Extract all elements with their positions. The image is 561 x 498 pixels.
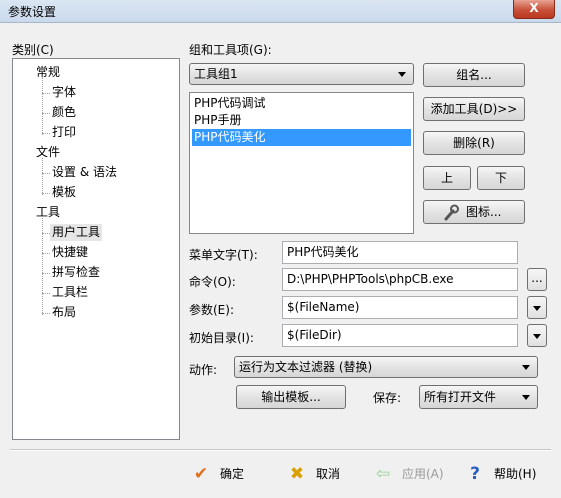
apply-label: 应用(A) [402, 467, 444, 481]
tools-list[interactable]: PHP代码调试 PHP手册 PHP代码美化 [189, 92, 414, 234]
cross-icon: ✖ [289, 464, 305, 484]
tree-item-template[interactable]: 模板 [52, 184, 76, 201]
tree-item-font[interactable]: 字体 [52, 84, 76, 101]
init-dir-menu-button[interactable] [527, 324, 547, 347]
checkmark-icon: ✔ [193, 464, 209, 484]
help-label: 帮助(H) [494, 467, 537, 481]
tree-line [42, 158, 43, 195]
action-select[interactable]: 运行为文本过滤器 (替换) [234, 356, 538, 378]
footer-separator [10, 449, 551, 451]
action-value: 运行为文本过滤器 (替换) [239, 360, 373, 374]
cancel-button[interactable]: ✖ 取消 [286, 463, 356, 485]
action-label: 动作: [189, 363, 218, 377]
tree-line [42, 173, 50, 174]
tree-line [42, 253, 50, 254]
params-menu-button[interactable] [527, 296, 547, 319]
category-label: 类别(C) [12, 43, 54, 57]
tree-item-toolbar[interactable]: 工具栏 [52, 284, 88, 301]
tree-line [42, 273, 50, 274]
tree-line [42, 193, 50, 194]
tool-group-select[interactable]: 工具组1 [189, 63, 414, 85]
save-select[interactable]: 所有打开文件 [419, 385, 538, 409]
chevron-down-icon [522, 365, 530, 370]
tree-line [42, 93, 50, 94]
icon-button-label: 图标... [466, 205, 502, 219]
add-tool-button[interactable]: 添加工具(D)>> [423, 97, 525, 121]
tree-line [42, 313, 50, 314]
close-button[interactable]: X [513, 0, 555, 19]
list-item-php-debug[interactable]: PHP代码调试 [192, 95, 411, 112]
title-bar: 参数设置 X [0, 0, 561, 23]
ok-button[interactable]: ✔ 确定 [190, 463, 260, 485]
init-dir-input[interactable]: $(FileDir) [282, 324, 518, 347]
tool-group-value: 工具组1 [194, 67, 238, 81]
save-label: 保存: [373, 391, 402, 405]
chevron-down-icon [533, 334, 541, 339]
params-input[interactable]: $(FileName) [282, 296, 518, 319]
tree-item-shortcuts[interactable]: 快捷键 [52, 244, 88, 261]
help-icon: ? [470, 464, 480, 484]
command-label: 命令(O): [189, 275, 236, 289]
group-name-button[interactable]: 组名... [423, 63, 525, 87]
command-input[interactable]: D:\PHP\PHPTools\phpCB.exe [282, 268, 518, 291]
ok-label: 确定 [220, 467, 245, 481]
move-down-button[interactable]: 下 [477, 166, 525, 190]
icon-button[interactable]: 图标... [423, 200, 525, 224]
init-dir-label: 初始目录(I): [189, 331, 254, 345]
category-tree[interactable]: 常规 字体 颜色 打印 文件 设置 & 语法 模板 工具 用户工具 快捷键 拼写… [12, 58, 180, 440]
group-tools-label: 组和工具项(G): [189, 43, 272, 57]
tree-group-file[interactable]: 文件 [36, 144, 60, 161]
tree-item-color[interactable]: 颜色 [52, 104, 76, 121]
cancel-label: 取消 [316, 467, 341, 481]
output-template-button[interactable]: 输出模板... [236, 385, 346, 409]
list-item-php-manual[interactable]: PHP手册 [192, 112, 411, 129]
list-item-php-beautify[interactable]: PHP代码美化 [192, 129, 411, 146]
browse-command-button[interactable]: ... [527, 268, 547, 291]
menu-text-input[interactable]: PHP代码美化 [282, 241, 518, 264]
window-title: 参数设置 [8, 5, 57, 19]
close-icon: X [529, 1, 539, 15]
help-button[interactable]: ? 帮助(H) [464, 463, 544, 485]
menu-text-label: 菜单文字(T): [189, 248, 258, 262]
delete-button[interactable]: 删除(R) [423, 131, 525, 155]
tree-line [42, 293, 50, 294]
tree-item-user-tools[interactable]: 用户工具 [50, 224, 103, 241]
wrench-icon [442, 201, 460, 230]
tree-item-print[interactable]: 打印 [52, 124, 76, 141]
apply-button[interactable]: ⇦ 应用(A) [372, 463, 452, 485]
tree-item-layout[interactable]: 布局 [52, 304, 76, 321]
chevron-down-icon [398, 72, 406, 77]
move-up-button[interactable]: 上 [423, 166, 471, 190]
tree-line [42, 233, 50, 234]
tree-group-general[interactable]: 常规 [36, 64, 60, 81]
tree-item-settings-syntax[interactable]: 设置 & 语法 [52, 164, 117, 181]
tree-item-spellcheck[interactable]: 拼写检查 [52, 264, 100, 281]
tree-group-tools[interactable]: 工具 [36, 204, 60, 221]
save-value: 所有打开文件 [424, 390, 497, 404]
back-arrow-icon: ⇦ [375, 464, 391, 484]
tree-line [42, 133, 50, 134]
tree-line [42, 78, 43, 135]
chevron-down-icon [522, 395, 530, 400]
chevron-down-icon [533, 306, 541, 311]
tree-line [42, 113, 50, 114]
params-label: 参数(E): [189, 303, 234, 317]
